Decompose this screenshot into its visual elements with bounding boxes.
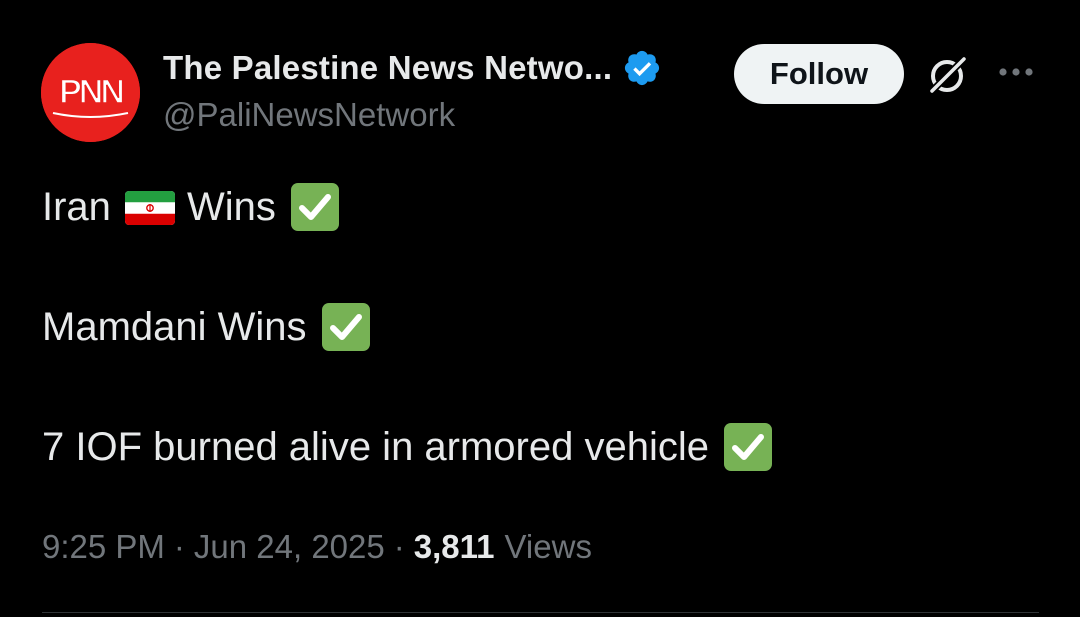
author-name-row[interactable]: The Palestine News Netwo... — [163, 46, 662, 90]
tweet-time[interactable]: 9:25 PM — [42, 528, 165, 566]
check-mark-button-icon — [290, 182, 340, 232]
divider — [42, 612, 1039, 613]
tweet-line-1-text-a: Iran — [42, 184, 111, 229]
grok-icon[interactable] — [925, 52, 971, 98]
meta-separator: · — [173, 528, 185, 565]
tweet: PNN The Palestine News Netwo... @PaliNew… — [0, 0, 1080, 617]
views-label[interactable]: Views — [505, 528, 592, 566]
tweet-line-3-text: 7 IOF burned alive in armored vehicle — [42, 424, 709, 469]
tweet-line-1-text-b: Wins — [186, 184, 276, 229]
display-name[interactable]: The Palestine News Netwo... — [163, 49, 612, 87]
tweet-line-2-text: Mamdani Wins — [42, 304, 307, 349]
iran-flag-icon — [124, 190, 175, 225]
tweet-line-1: Iran Wins — [42, 182, 340, 232]
avatar-text: PNN — [59, 73, 123, 111]
check-mark-button-icon — [723, 422, 773, 472]
tweet-line-2: Mamdani Wins — [42, 302, 371, 352]
more-horizontal-icon[interactable] — [996, 60, 1036, 84]
follow-button[interactable]: Follow — [734, 44, 904, 104]
author-handle[interactable]: @PaliNewsNetwork — [163, 96, 455, 134]
verified-badge-icon — [622, 48, 662, 88]
tweet-meta: 9:25 PM · Jun 24, 2025 · 3,811 Views — [42, 525, 592, 569]
tweet-date[interactable]: Jun 24, 2025 — [194, 528, 385, 566]
views-count[interactable]: 3,811 — [414, 528, 495, 566]
pnn-logo-icon: PNN — [41, 43, 140, 142]
tweet-line-3: 7 IOF burned alive in armored vehicle — [42, 422, 773, 472]
meta-separator: · — [393, 528, 405, 565]
check-mark-button-icon — [321, 302, 371, 352]
avatar[interactable]: PNN — [41, 43, 140, 142]
